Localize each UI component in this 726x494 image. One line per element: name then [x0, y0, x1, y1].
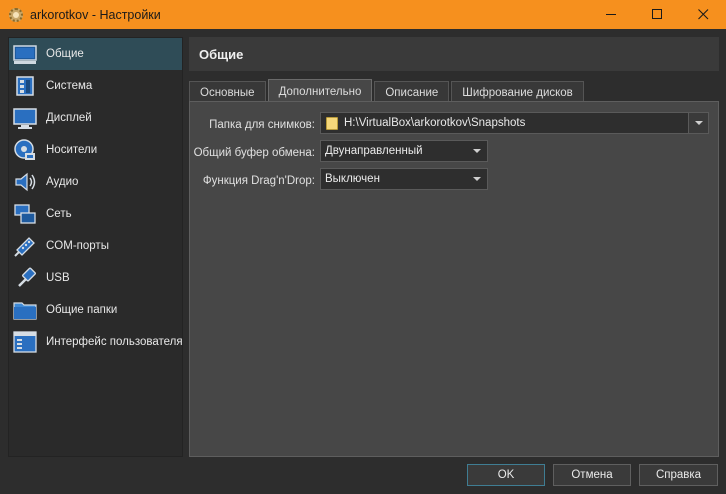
sidebar-item-user-interface[interactable]: Интерфейс пользователя [9, 326, 183, 358]
snapshot-folder-select[interactable]: H:\VirtualBox\arkorotkov\Snapshots [320, 112, 709, 134]
tab-disk-encryption[interactable]: Шифрование дисков [451, 81, 584, 103]
sidebar-item-usb[interactable]: USB [9, 262, 182, 294]
sidebar-item-label: Система [46, 80, 93, 92]
page-title: Общие [189, 37, 719, 71]
ok-button[interactable]: OK [467, 464, 545, 486]
maximize-button[interactable] [634, 0, 680, 29]
sidebar-item-label: Общие [46, 48, 84, 60]
drag-drop-select[interactable]: Выключен [320, 168, 488, 190]
tab-advanced[interactable]: Дополнительно [267, 79, 373, 103]
snapshot-folder-label: Папка для снимков: [209, 119, 315, 131]
sidebar-item-label: Общие папки [46, 304, 118, 316]
tab-basic[interactable]: Основные [189, 81, 266, 103]
sidebar-item-label: Дисплей [46, 112, 92, 124]
chevron-down-icon [467, 141, 487, 161]
system-icon [13, 74, 37, 98]
tab-bar: Основные Дополнительно Описание Шифрован… [189, 79, 586, 103]
network-icon [13, 202, 37, 226]
drag-drop-label: Функция Drag'n'Drop: [202, 175, 315, 187]
sidebar-item-shared-folders[interactable]: Общие папки [9, 294, 182, 326]
sidebar-item-general[interactable]: Общие [9, 38, 182, 70]
close-icon [697, 9, 708, 20]
sidebar-item-label: Носители [46, 144, 98, 156]
display-icon [13, 106, 37, 130]
close-button[interactable] [680, 0, 726, 29]
sidebar-item-label: COM-порты [46, 240, 109, 252]
sidebar-item-label: Интерфейс пользователя [46, 336, 183, 348]
title-bar: arkorotkov - Настройки [0, 0, 726, 29]
sidebar-item-network[interactable]: Сеть [9, 198, 182, 230]
cancel-button[interactable]: Отмена [553, 464, 631, 486]
settings-page: Общие Основные Дополнительно Описание Ши… [189, 37, 719, 457]
sidebar-item-label: USB [46, 272, 70, 284]
clipboard-label: Общий буфер обмена: [193, 147, 315, 159]
storage-icon [13, 138, 37, 162]
sidebar-item-label: Сеть [46, 208, 72, 220]
folder-icon [326, 116, 340, 130]
usb-icon [13, 266, 37, 290]
minimize-icon [605, 14, 616, 15]
tab-description[interactable]: Описание [374, 81, 450, 103]
help-button[interactable]: Справка [639, 464, 718, 486]
general-icon [13, 42, 37, 66]
snapshot-folder-value: H:\VirtualBox\arkorotkov\Snapshots [344, 117, 526, 129]
chevron-down-icon[interactable] [688, 113, 708, 133]
sidebar-item-storage[interactable]: Носители [9, 134, 182, 166]
sidebar-item-display[interactable]: Дисплей [9, 102, 182, 134]
audio-icon [13, 170, 37, 194]
sidebar-item-serial-ports[interactable]: COM-порты [9, 230, 182, 262]
user-interface-icon [13, 330, 37, 354]
drag-drop-value: Выключен [325, 173, 380, 185]
tab-panel-advanced: Папка для снимков: H:\VirtualBox\arkorot… [189, 101, 719, 457]
window-title: arkorotkov - Настройки [30, 7, 161, 22]
sidebar-item-label: Аудио [46, 176, 79, 188]
virtualbox-gear-icon [8, 7, 24, 23]
shared-folders-icon [13, 298, 37, 322]
minimize-button[interactable] [588, 0, 634, 29]
clipboard-value: Двунаправленный [325, 145, 423, 157]
maximize-icon [651, 9, 662, 19]
serial-ports-icon [13, 234, 37, 258]
sidebar-item-system[interactable]: Система [9, 70, 182, 102]
chevron-down-icon [467, 169, 487, 189]
sidebar-item-audio[interactable]: Аудио [9, 166, 182, 198]
settings-sidebar: Общие Система Дисплей Носители Аудио Сет… [8, 37, 183, 457]
clipboard-select[interactable]: Двунаправленный [320, 140, 488, 162]
